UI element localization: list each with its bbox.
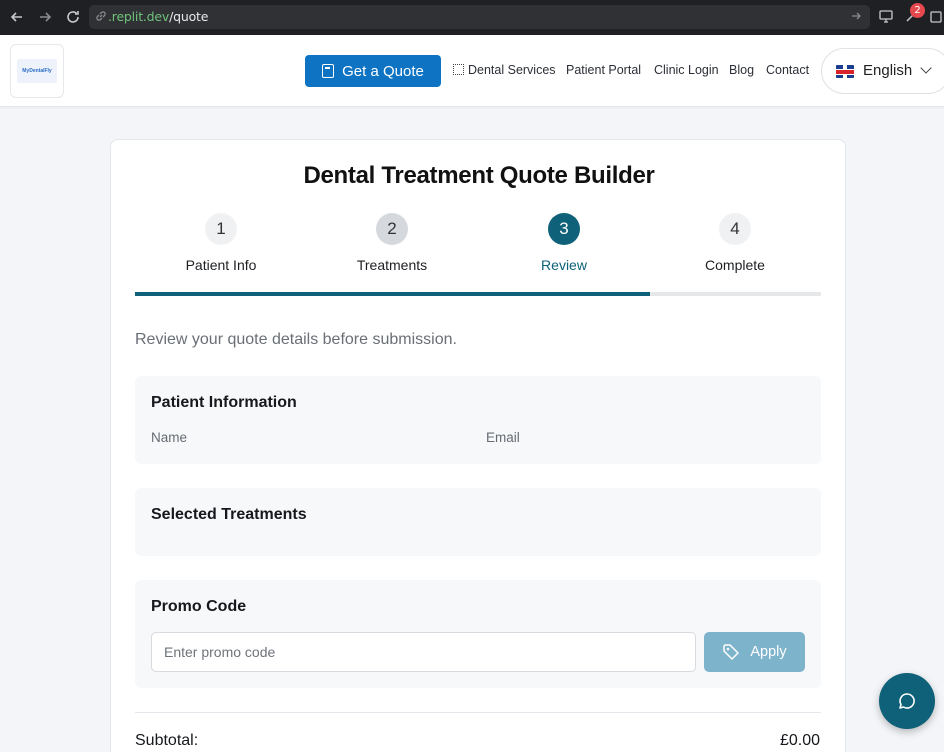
step-number: 2 — [376, 213, 408, 245]
tag-icon — [723, 644, 740, 660]
nav-dental-services-label: Dental Services — [468, 63, 556, 77]
page-title: Dental Treatment Quote Builder — [303, 162, 655, 189]
promo-code-input[interactable] — [151, 632, 696, 672]
chevron-down-icon — [920, 62, 932, 74]
name-label: Name — [151, 430, 188, 445]
url-path: /quote — [169, 9, 209, 24]
step-patient-info: 1 Patient Info — [161, 213, 281, 273]
intro-text: Review your quote details before submiss… — [135, 331, 457, 348]
logo-text: MyDentalFly — [17, 59, 57, 83]
selected-treatments-section: Selected Treatments — [135, 488, 821, 556]
external-link-icon[interactable] — [930, 8, 944, 27]
progress-fill — [135, 292, 650, 296]
go-arrow-icon[interactable] — [850, 9, 862, 26]
step-label: Patient Info — [185, 257, 257, 273]
nav-contact[interactable]: Contact — [766, 63, 809, 77]
step-number: 1 — [205, 213, 237, 245]
uk-flag-icon — [836, 65, 854, 78]
step-label: Complete — [705, 257, 765, 273]
site-logo[interactable]: MyDentalFly — [10, 44, 64, 98]
get-a-quote-label: Get a Quote — [342, 62, 424, 80]
site-header: MyDentalFly Get a Quote Dental Services … — [0, 35, 944, 107]
reload-icon[interactable] — [64, 8, 82, 26]
chat-bubble-icon — [899, 693, 915, 709]
calculator-icon — [322, 64, 335, 78]
language-label: English — [863, 62, 913, 79]
subtotal-value: £0.00 — [779, 732, 820, 749]
address-bar[interactable]: .replit.dev/quote — [89, 5, 870, 29]
step-review: 3 Review — [504, 213, 624, 273]
nav-blog[interactable]: Blog — [729, 63, 754, 77]
apply-promo-button[interactable]: Apply — [704, 632, 805, 672]
patient-information-section: Patient Information Name Email — [135, 376, 821, 464]
notification-badge: 2 — [910, 3, 925, 18]
step-treatments: 2 Treatments — [332, 213, 452, 273]
section-title: Selected Treatments — [151, 506, 307, 523]
browser-toolbar: .replit.dev/quote 2 — [0, 0, 944, 35]
nav-clinic-login[interactable]: Clinic Login — [654, 63, 719, 77]
grid-icon — [453, 64, 464, 75]
back-arrow-icon[interactable] — [8, 8, 26, 26]
quote-builder-card: Dental Treatment Quote Builder 1 Patient… — [110, 139, 846, 752]
get-a-quote-button[interactable]: Get a Quote — [305, 55, 441, 87]
subtotal-label: Subtotal: — [135, 732, 199, 749]
step-label: Review — [541, 257, 587, 273]
section-title: Promo Code — [151, 598, 247, 615]
step-complete: 4 Complete — [675, 213, 795, 273]
progress-bar — [135, 292, 821, 296]
apply-label: Apply — [750, 644, 787, 660]
link-icon — [96, 11, 106, 21]
step-number: 3 — [548, 213, 580, 245]
divider — [135, 712, 821, 713]
monitor-icon[interactable] — [878, 8, 894, 27]
chat-button[interactable] — [879, 673, 935, 729]
url-host: .replit.dev — [108, 9, 170, 24]
language-selector[interactable]: English — [821, 48, 944, 94]
promo-code-section: Promo Code Apply — [135, 580, 821, 688]
step-number: 4 — [719, 213, 751, 245]
nav-patient-portal[interactable]: Patient Portal — [566, 63, 641, 77]
forward-arrow-icon[interactable] — [36, 8, 54, 26]
nav-dental-services[interactable]: Dental Services — [453, 63, 556, 77]
url-text: .replit.dev/quote — [108, 9, 208, 24]
email-label: Email — [486, 430, 520, 445]
step-label: Treatments — [356, 257, 428, 273]
section-title: Patient Information — [151, 394, 297, 411]
